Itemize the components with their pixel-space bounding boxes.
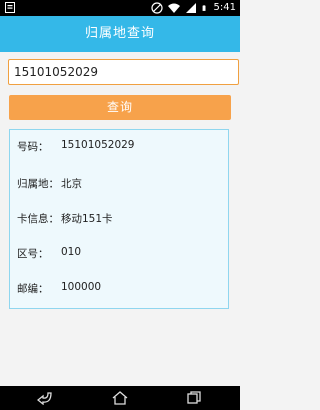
card-value: 移动151卡 xyxy=(61,213,113,225)
wifi-icon xyxy=(167,3,180,13)
phone-number-input[interactable] xyxy=(8,59,239,85)
area-code-label: 区号： xyxy=(17,248,49,260)
number-value: 15101052029 xyxy=(61,139,135,151)
page-title: 归属地查询 xyxy=(0,16,240,52)
card-label: 卡信息： xyxy=(17,213,59,225)
navigation-bar xyxy=(0,386,240,410)
status-time: 5:41 xyxy=(213,2,236,13)
postcode-label: 邮编： xyxy=(17,283,49,295)
result-row-area-code: 区号： 010 xyxy=(17,246,81,261)
result-row-number: 号码： 15101052029 xyxy=(17,139,135,154)
location-value: 北京 xyxy=(61,178,82,190)
result-row-postcode: 邮编： 100000 xyxy=(17,281,101,296)
signal-icon xyxy=(185,3,196,13)
result-row-card: 卡信息： 移动151卡 xyxy=(17,211,113,226)
number-label: 号码： xyxy=(17,141,49,153)
recents-icon[interactable] xyxy=(186,391,202,405)
area-code-value: 010 xyxy=(61,246,82,258)
battery-icon xyxy=(202,5,206,11)
location-label: 归属地： xyxy=(17,178,59,190)
status-bar: 5:41 xyxy=(0,0,240,16)
postcode-value: 100000 xyxy=(61,281,102,293)
back-icon[interactable] xyxy=(37,391,53,405)
home-icon[interactable] xyxy=(112,391,128,405)
result-panel: 号码： 15101052029 归属地： 北京 卡信息： 移动151卡 区号： 01… xyxy=(9,129,229,309)
query-button[interactable]: 查询 xyxy=(9,95,231,120)
mute-icon xyxy=(150,2,163,14)
notification-icon xyxy=(5,2,15,13)
result-row-location: 归属地： 北京 xyxy=(17,176,82,191)
